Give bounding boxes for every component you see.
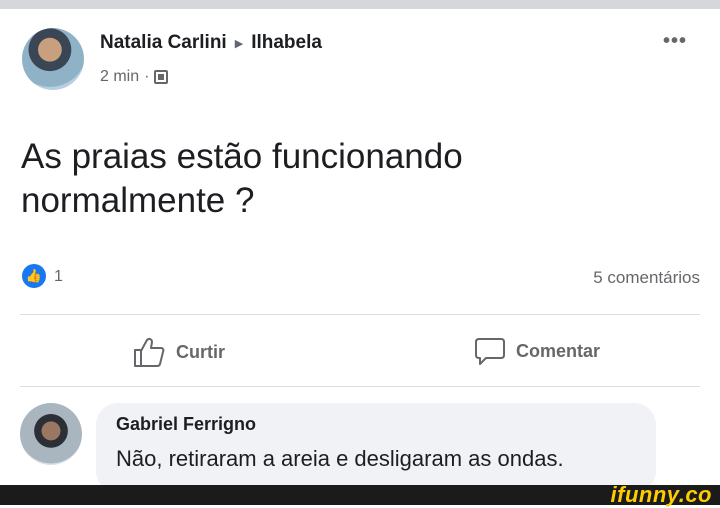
top-strip	[0, 0, 720, 9]
post-author-name[interactable]: Natalia Carlini	[100, 32, 227, 54]
arrow-right-icon: ▶	[234, 37, 244, 50]
ifunny-watermark: ifunny.co	[610, 482, 712, 507]
meta-separator: ·	[144, 68, 150, 85]
comment-text: Não, retiraram a areia e desligaram as o…	[116, 446, 564, 471]
more-options-icon[interactable]: •••	[663, 30, 687, 53]
commenter-avatar[interactable]	[20, 403, 82, 465]
comment-button[interactable]: Comentar	[474, 336, 600, 366]
comment-bubble-icon	[475, 338, 505, 365]
album-icon	[154, 70, 169, 84]
post-text: As praias estão funcionando normalmente …	[21, 135, 621, 223]
post-location[interactable]: Ilhabela	[251, 32, 322, 54]
like-reaction-icon[interactable]: 👍	[22, 264, 46, 288]
post-meta: 2 min ·	[100, 68, 169, 86]
divider	[20, 314, 700, 315]
post-header: Natalia Carlini ▶ Ilhabela	[100, 32, 322, 54]
like-button[interactable]: Curtir	[132, 336, 225, 368]
post-timestamp[interactable]: 2 min	[100, 68, 139, 86]
comment-button-label: Comentar	[516, 340, 601, 361]
post-text-line-2: normalmente ?	[21, 181, 255, 220]
post-author-avatar[interactable]	[22, 28, 84, 90]
like-button-label: Curtir	[176, 341, 225, 362]
post-text-line-1: As praias estão funcionando	[21, 137, 463, 176]
thumbs-up-icon	[134, 337, 165, 367]
watermark-bar: ifunny.co	[0, 482, 720, 507]
divider	[20, 386, 700, 387]
comment-count[interactable]: 5 comentários	[593, 268, 700, 288]
like-count[interactable]: 1	[54, 268, 63, 286]
comment-author-name[interactable]: Gabriel Ferrigno	[116, 414, 256, 435]
